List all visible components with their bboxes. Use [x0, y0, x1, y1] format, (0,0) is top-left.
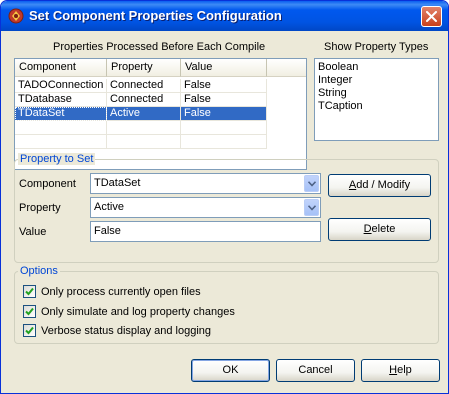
property-combo-value: Active	[94, 201, 124, 213]
checkmark-icon	[25, 326, 34, 335]
column-header-property[interactable]: Property	[107, 59, 181, 77]
dialog-client: Properties Processed Before Each Compile…	[4, 31, 445, 391]
table-row[interactable]: TDatabase Connected False	[15, 93, 306, 107]
simulate-label[interactable]: Only simulate and log property changes	[41, 306, 235, 318]
title-bar[interactable]: Set Component Properties Configuration	[1, 1, 448, 31]
window-title: Set Component Properties Configuration	[29, 8, 282, 23]
table-row-selected[interactable]: TDataSet Active False	[15, 107, 306, 121]
close-icon	[426, 11, 437, 22]
cell-value: False	[181, 93, 267, 107]
list-item[interactable]: Integer	[318, 74, 435, 87]
open-files-label[interactable]: Only process currently open files	[41, 286, 201, 298]
dialog-window: Set Component Properties Configuration P…	[0, 0, 449, 394]
verbose-label[interactable]: Verbose status display and logging	[41, 325, 211, 337]
list-item[interactable]: Boolean	[318, 61, 435, 74]
cell-value: False	[181, 79, 267, 93]
list-item[interactable]: String	[318, 87, 435, 100]
column-header-filler	[267, 59, 306, 77]
cell-component: TADOConnection	[15, 79, 107, 93]
grid-caption: Properties Processed Before Each Compile	[53, 41, 266, 53]
property-label: Property	[19, 202, 61, 214]
property-types-list[interactable]: Boolean Integer String TCaption	[314, 58, 439, 141]
grid-header: Component Property Value	[15, 59, 306, 77]
cell-property: Connected	[107, 79, 181, 93]
value-input[interactable]: False	[90, 221, 321, 242]
options-legend: Options	[18, 265, 60, 277]
open-files-checkbox[interactable]	[23, 285, 36, 298]
simulate-checkbox[interactable]	[23, 305, 36, 318]
component-dropdown-button[interactable]	[304, 175, 319, 192]
component-combo[interactable]: TDataSet	[90, 173, 321, 194]
property-dropdown-button[interactable]	[304, 199, 319, 216]
checkmark-icon	[25, 307, 34, 316]
table-row-empty	[15, 135, 306, 149]
close-button[interactable]	[421, 6, 442, 27]
types-caption: Show Property Types	[324, 41, 429, 53]
table-row-empty	[15, 121, 306, 135]
column-header-value[interactable]: Value	[181, 59, 267, 77]
property-combo[interactable]: Active	[90, 197, 321, 218]
property-to-set-legend: Property to Set	[18, 153, 96, 165]
cell-component: TDatabase	[15, 93, 107, 107]
cell-property: Active	[107, 107, 181, 121]
help-button[interactable]: Help	[361, 359, 440, 382]
verbose-checkbox[interactable]	[23, 324, 36, 337]
list-item[interactable]: TCaption	[318, 100, 435, 113]
app-icon	[8, 8, 24, 24]
cancel-button[interactable]: Cancel	[276, 359, 355, 382]
column-header-component[interactable]: Component	[15, 59, 107, 77]
add-modify-button[interactable]: Add / Modify	[328, 174, 431, 197]
chevron-down-icon	[308, 181, 316, 187]
component-combo-value: TDataSet	[94, 177, 141, 189]
cell-property: Connected	[107, 93, 181, 107]
ok-button[interactable]: OK	[191, 359, 270, 382]
table-row[interactable]: TADOConnection Connected False	[15, 79, 306, 93]
cell-component: TDataSet	[15, 107, 107, 121]
checkmark-icon	[25, 287, 34, 296]
component-label: Component	[19, 178, 76, 190]
cell-value: False	[181, 107, 267, 121]
delete-button[interactable]: Delete	[328, 218, 431, 241]
chevron-down-icon	[308, 205, 316, 211]
value-label: Value	[19, 226, 47, 238]
